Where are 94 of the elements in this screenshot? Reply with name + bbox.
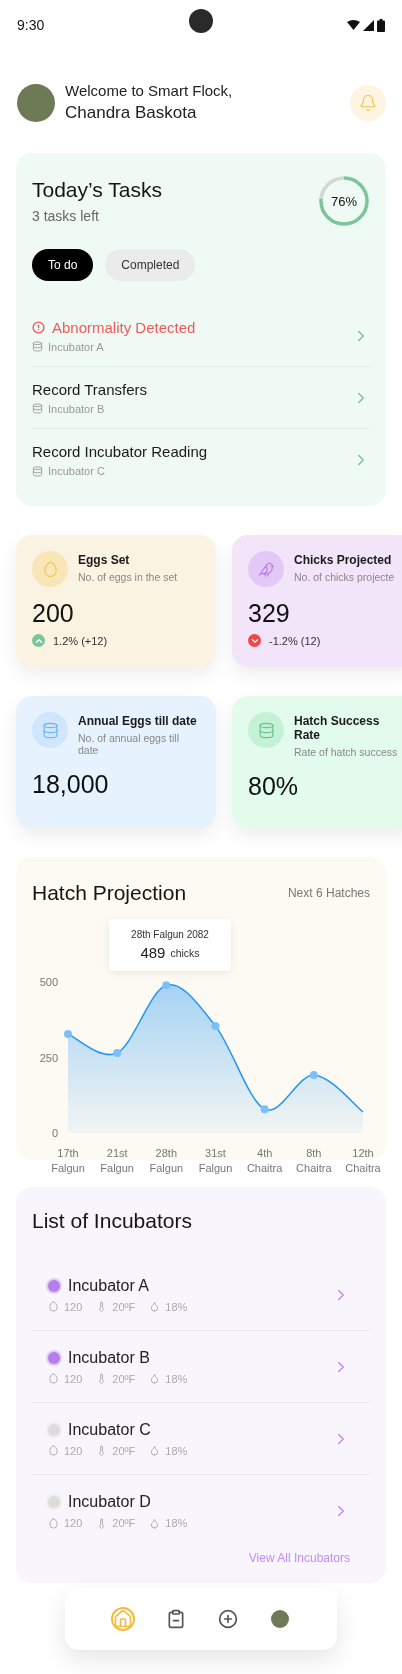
signal-icon — [363, 19, 374, 31]
tasks-title: Today’s Tasks — [32, 178, 162, 202]
droplet-icon — [149, 1445, 161, 1456]
y-axis-label: 500 — [39, 976, 58, 988]
stat-description: Rate of hatch success — [294, 746, 399, 758]
bird-icon — [257, 560, 275, 578]
database-icon — [257, 721, 275, 739]
progress-ring — [319, 176, 369, 226]
stat-title: Annual Eggs till date — [78, 714, 198, 728]
tooltip-date: 28th Falgun 2082 — [131, 929, 209, 940]
nav-button[interactable] — [270, 1610, 289, 1628]
humidity: 18% — [165, 1372, 188, 1385]
welcome-text: Welcome to Smart Flock, — [65, 82, 234, 99]
egg-icon — [48, 1373, 59, 1384]
data-point[interactable] — [211, 1022, 220, 1031]
data-point[interactable] — [260, 1105, 269, 1114]
egg-icon — [41, 560, 59, 578]
x-axis-label: 4th Chaitra — [246, 1147, 283, 1174]
notification-button[interactable] — [350, 84, 386, 121]
avatar[interactable] — [17, 83, 55, 122]
droplet-icon — [149, 1373, 161, 1384]
temperature: 20ºF — [112, 1372, 136, 1385]
incubator-name[interactable]: Incubator B — [68, 1348, 150, 1367]
egg-icon — [48, 1301, 59, 1312]
stat-value: 329 — [248, 599, 291, 628]
battery-icon — [377, 18, 385, 32]
stat-description: No. of annual eggs till date — [78, 732, 180, 756]
stat-value: 200 — [32, 599, 75, 628]
droplet-icon — [149, 1301, 161, 1312]
temperature: 20ºF — [112, 1444, 136, 1457]
stat-title: Eggs Set — [78, 553, 131, 567]
y-axis-label: 0 — [51, 1127, 58, 1139]
egg-count: 120 — [64, 1372, 83, 1385]
task-incubator: Incubator C — [48, 465, 105, 477]
droplet-icon — [149, 1517, 161, 1529]
temperature: 20ºF — [112, 1517, 136, 1529]
humidity: 18% — [165, 1517, 188, 1529]
data-point[interactable] — [64, 1029, 72, 1038]
chart-subtitle: Next 6 Hatches — [287, 886, 370, 900]
humidity: 18% — [165, 1300, 188, 1313]
data-point[interactable] — [162, 981, 171, 990]
plus-circle-icon — [218, 1609, 239, 1629]
tooltip-value: 489 — [140, 944, 166, 961]
chart-title: Hatch Projection — [32, 881, 187, 905]
x-axis-label: 17th Falgun — [51, 1147, 85, 1174]
humidity: 18% — [165, 1444, 188, 1457]
stat-description: No. of chicks projecte — [294, 571, 395, 583]
database-icon — [32, 465, 43, 477]
wifi-icon — [347, 20, 360, 30]
camera-cutout — [189, 9, 213, 33]
incubators-title: List of Incubators — [32, 1209, 192, 1232]
progress-percent: 76% — [331, 194, 357, 208]
egg-icon — [48, 1445, 59, 1456]
task-incubator: Incubator B — [48, 402, 105, 415]
incubator-name[interactable]: Incubator C — [68, 1420, 151, 1439]
avatar — [270, 1610, 289, 1628]
database-icon — [32, 341, 43, 352]
task-title[interactable]: Record Incubator Reading — [32, 443, 208, 460]
tooltip-unit: chicks — [170, 946, 200, 959]
x-axis-label: 31st Falgun — [198, 1147, 233, 1174]
stat-value: 80% — [248, 772, 300, 801]
stat-title: Hatch Success Rate — [294, 714, 381, 742]
task-title[interactable]: Record Transfers — [32, 380, 148, 398]
egg-count: 120 — [64, 1300, 83, 1313]
x-axis-label: 21st Falgun — [100, 1147, 134, 1174]
egg-count: 120 — [64, 1444, 83, 1457]
status-time: 9:30 — [17, 17, 45, 33]
data-point[interactable] — [113, 1048, 122, 1057]
bell-icon — [359, 93, 377, 112]
stat-description: No. of eggs in the set — [78, 571, 178, 583]
stat-title: Chicks Projected — [294, 553, 393, 567]
user-name: Chandra Baskota — [65, 103, 198, 123]
incubator-name[interactable]: Incubator D — [68, 1493, 151, 1511]
egg-icon — [48, 1517, 59, 1529]
egg-count: 120 — [64, 1517, 83, 1529]
home-icon — [113, 1609, 134, 1629]
filter-tab[interactable]: To do — [32, 249, 94, 281]
stat-value: 18,000 — [32, 770, 110, 799]
alert-icon — [32, 320, 45, 334]
incubator-name[interactable]: Incubator A — [68, 1276, 149, 1295]
task-incubator: Incubator A — [48, 340, 104, 353]
y-axis-label: 250 — [39, 1051, 58, 1064]
nav-button[interactable] — [218, 1609, 239, 1629]
x-axis-label: 8th Chaitra — [296, 1147, 332, 1174]
tasks-left: 3 tasks left — [32, 208, 100, 224]
x-axis-label: 28th Falgun — [149, 1147, 184, 1174]
data-point[interactable] — [309, 1071, 318, 1079]
database-icon — [41, 721, 59, 739]
trend-text: 1.2% (+12) — [53, 634, 108, 647]
database-icon — [32, 403, 43, 414]
temperature: 20ºF — [112, 1300, 136, 1313]
trend-text: -1.2% (12) — [269, 634, 321, 647]
filter-tab[interactable]: Completed — [105, 249, 196, 281]
x-axis-label: 12th Chaitra — [345, 1147, 381, 1174]
